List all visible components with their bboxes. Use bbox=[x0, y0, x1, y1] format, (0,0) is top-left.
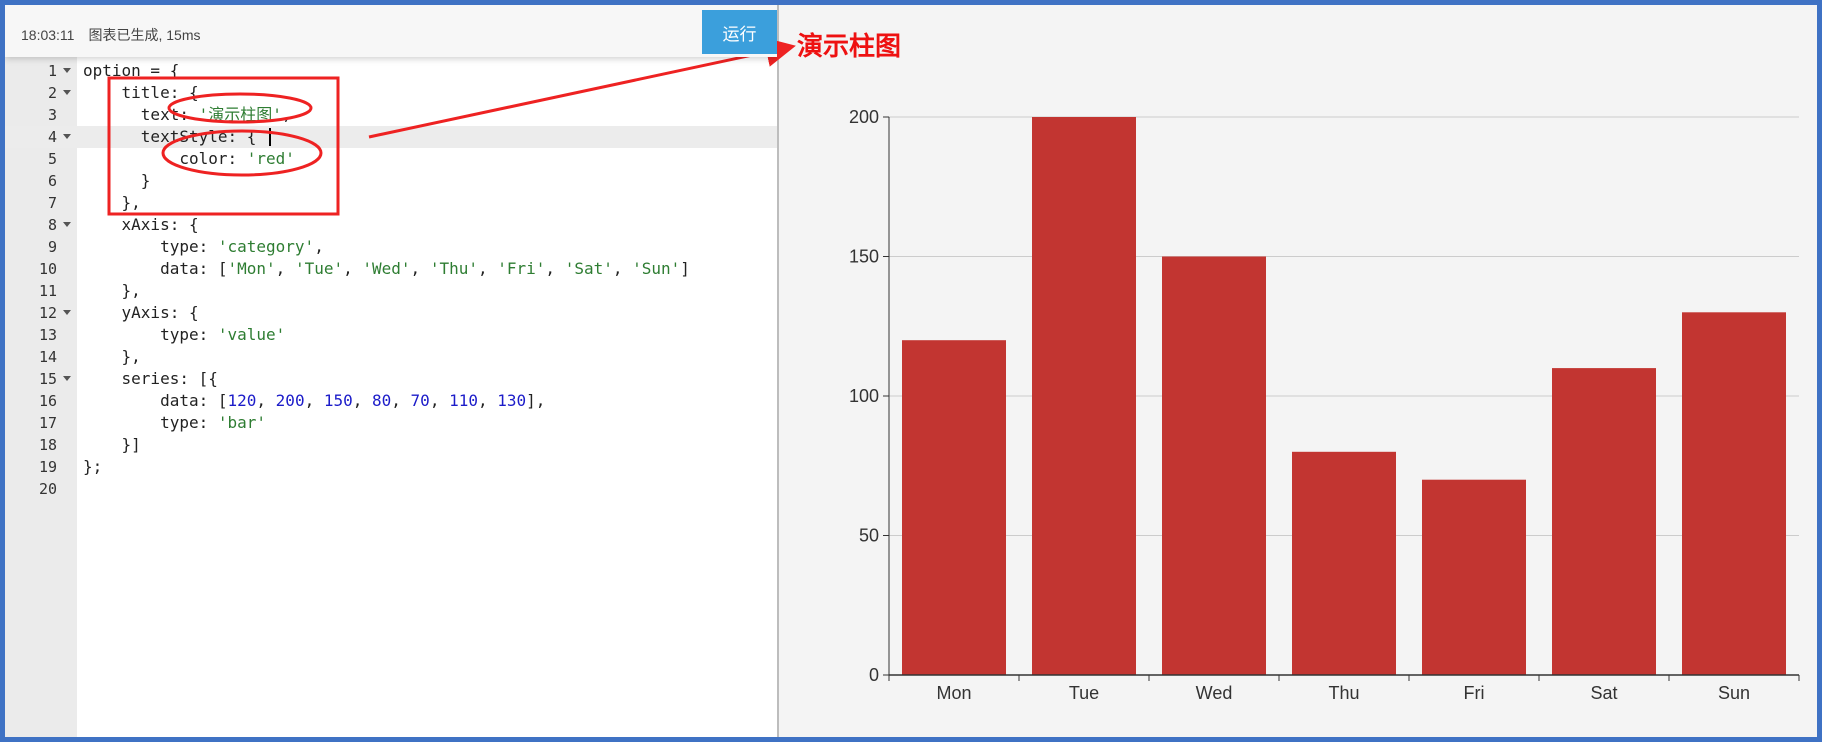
code-line[interactable]: 6 } bbox=[5, 170, 777, 192]
code-text: yAxis: { bbox=[83, 303, 199, 322]
code-line[interactable]: 3 text: '演示柱图', bbox=[5, 104, 777, 126]
code-text: text: '演示柱图', bbox=[83, 105, 292, 124]
code-line[interactable]: 8 xAxis: { bbox=[5, 214, 777, 236]
x-tick-label: Fri bbox=[1464, 683, 1485, 703]
code-line[interactable]: 1 option = { bbox=[5, 60, 777, 82]
y-tick-label: 100 bbox=[849, 386, 879, 406]
code-text: color: 'red' bbox=[83, 149, 295, 168]
text-cursor bbox=[269, 128, 271, 146]
line-number: 19 bbox=[38, 458, 57, 476]
line-number: 12 bbox=[38, 304, 57, 322]
x-tick-label: Sun bbox=[1718, 683, 1750, 703]
line-number: 3 bbox=[47, 106, 57, 124]
line-number: 8 bbox=[47, 216, 57, 234]
x-tick-label: Wed bbox=[1196, 683, 1233, 703]
status-text: 18:03:11 图表已生成, 15ms bbox=[21, 25, 200, 45]
y-tick-label: 150 bbox=[849, 247, 879, 267]
code-text: title: { bbox=[83, 83, 199, 102]
x-tick-label: Thu bbox=[1328, 683, 1359, 703]
code-line[interactable]: 17 type: 'bar' bbox=[5, 412, 777, 434]
code-editor-pane: 1 option = {2 title: {3 text: '演示柱图', 4 te… bbox=[5, 5, 777, 737]
run-button[interactable]: 运行 bbox=[702, 10, 777, 54]
code-text: series: [{ bbox=[83, 369, 218, 388]
fold-arrow-icon[interactable] bbox=[63, 90, 71, 95]
code-line[interactable]: 5 color: 'red' bbox=[5, 148, 777, 170]
fold-arrow-icon[interactable] bbox=[63, 68, 71, 73]
line-number: 20 bbox=[38, 480, 57, 498]
fold-arrow-icon[interactable] bbox=[63, 134, 71, 139]
bar bbox=[1422, 479, 1526, 675]
line-number: 4 bbox=[47, 128, 57, 146]
code-text: data: [120, 200, 150, 80, 70, 110, 130], bbox=[83, 391, 546, 410]
line-number: 10 bbox=[38, 260, 57, 278]
status-time: 18:03:11 bbox=[21, 27, 75, 43]
code-line[interactable]: 9 type: 'category', bbox=[5, 236, 777, 258]
y-tick-label: 200 bbox=[849, 107, 879, 127]
line-number: 14 bbox=[38, 348, 57, 366]
line-number: 11 bbox=[38, 282, 57, 300]
code-text: option = { bbox=[83, 61, 180, 80]
x-tick-label: Tue bbox=[1069, 683, 1099, 703]
bar bbox=[902, 340, 1006, 675]
code-line[interactable]: 12 yAxis: { bbox=[5, 302, 777, 324]
code-line[interactable]: 14 }, bbox=[5, 346, 777, 368]
code-line[interactable]: 18 }] bbox=[5, 434, 777, 456]
code-text: } bbox=[83, 171, 151, 190]
code-text: type: 'value' bbox=[83, 325, 286, 344]
code-line[interactable]: 19}; bbox=[5, 456, 777, 478]
status-message: 图表已生成, 15ms bbox=[88, 27, 201, 43]
bar bbox=[1292, 451, 1396, 675]
code-text: data: ['Mon', 'Tue', 'Wed', 'Thu', 'Fri'… bbox=[83, 259, 690, 278]
y-tick-label: 0 bbox=[869, 665, 879, 685]
fold-arrow-icon[interactable] bbox=[63, 222, 71, 227]
bar-chart: 0 50 100 150 200 Mon Tue Wed Thu Fri Sat Sun bbox=[849, 107, 1800, 703]
line-number: 5 bbox=[47, 150, 57, 168]
fold-arrow-icon[interactable] bbox=[63, 310, 71, 315]
line-number: 2 bbox=[47, 84, 57, 102]
code-line[interactable]: 16 data: [120, 200, 150, 80, 70, 110, 13… bbox=[5, 390, 777, 412]
line-number: 9 bbox=[47, 238, 57, 256]
status-bar: 18:03:11 图表已生成, 15ms 运行 bbox=[5, 5, 777, 57]
bar bbox=[1032, 117, 1136, 675]
line-number: 18 bbox=[38, 436, 57, 454]
y-tick-label: 50 bbox=[859, 526, 879, 546]
code-text: }, bbox=[83, 347, 141, 366]
code-text: textStyle: { bbox=[83, 127, 257, 146]
code-line[interactable]: 13 type: 'value' bbox=[5, 324, 777, 346]
code-text: }] bbox=[83, 435, 141, 454]
code-line[interactable]: 2 title: { bbox=[5, 82, 777, 104]
bar bbox=[1552, 368, 1656, 675]
x-tick-label: Sat bbox=[1590, 683, 1617, 703]
fold-arrow-icon[interactable] bbox=[63, 376, 71, 381]
code-text: xAxis: { bbox=[83, 215, 199, 234]
bar bbox=[1682, 312, 1786, 675]
code-line[interactable]: 10 data: ['Mon', 'Tue', 'Wed', 'Thu', 'F… bbox=[5, 258, 777, 280]
code-line[interactable]: 11 }, bbox=[5, 280, 777, 302]
code-line[interactable]: 4 textStyle: { bbox=[5, 126, 777, 148]
code-text: type: 'category', bbox=[83, 237, 324, 256]
code-text: }, bbox=[83, 193, 141, 212]
line-number: 15 bbox=[38, 370, 57, 388]
line-number: 7 bbox=[47, 194, 57, 212]
code-line[interactable]: 15 series: [{ bbox=[5, 368, 777, 390]
code-text: type: 'bar' bbox=[83, 413, 267, 432]
bar bbox=[1162, 256, 1266, 675]
line-number: 16 bbox=[38, 392, 57, 410]
line-number: 13 bbox=[38, 326, 57, 344]
x-tick-label: Mon bbox=[936, 683, 971, 703]
code-text: }, bbox=[83, 281, 141, 300]
annotation-title: 演示柱图 bbox=[797, 32, 902, 62]
line-number: 17 bbox=[38, 414, 57, 432]
line-number: 1 bbox=[47, 62, 57, 80]
code-text: }; bbox=[83, 457, 103, 476]
code-line[interactable]: 7 }, bbox=[5, 192, 777, 214]
code-line[interactable]: 20 bbox=[5, 478, 777, 500]
line-number: 6 bbox=[47, 172, 57, 190]
